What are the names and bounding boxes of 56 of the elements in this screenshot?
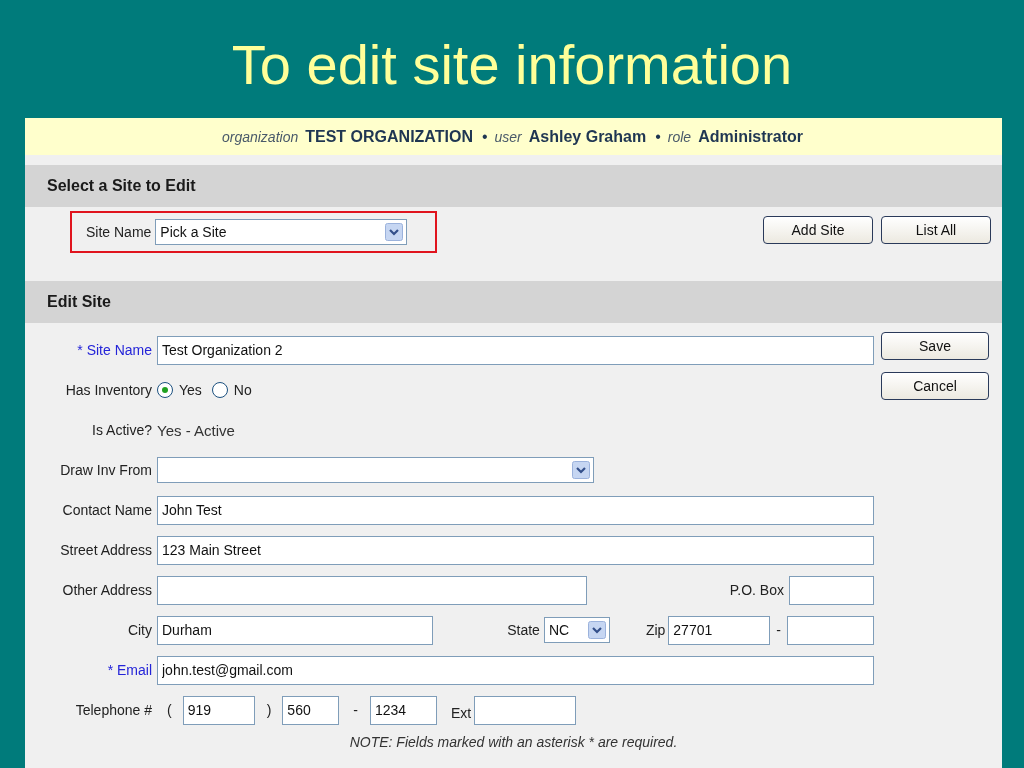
context-value: Ashley Graham: [528, 127, 647, 146]
text-field[interactable]: 27701: [668, 615, 771, 645]
field-label: * Email: [106, 662, 153, 678]
note-text: NOTE: Fields marked with an asterisk * are required.: [348, 734, 679, 750]
field-label: Has Inventory: [64, 382, 153, 398]
section-header: Select a Site to Edit: [25, 165, 1002, 207]
text-field[interactable]: [789, 575, 874, 605]
section-header: Edit Site: [25, 281, 1002, 323]
action-button[interactable]: Add Site: [763, 216, 873, 244]
separator-text: -: [353, 702, 358, 718]
field-label: State: [507, 622, 540, 638]
text-field[interactable]: 1234: [370, 695, 437, 725]
action-button[interactable]: Cancel: [881, 372, 989, 400]
slide-title: To edit site information: [231, 32, 793, 98]
text-field[interactable]: [157, 575, 587, 605]
radio-button[interactable]: [211, 382, 228, 398]
text-field[interactable]: [787, 615, 874, 645]
context-label: user: [494, 128, 522, 145]
separator-dot: •: [481, 127, 488, 146]
field-label: Contact Name: [61, 502, 153, 518]
text-field[interactable]: john.test@gmail.com: [157, 655, 874, 685]
context-value: TEST ORGANIZATION: [305, 127, 473, 146]
text-field[interactable]: [474, 695, 577, 725]
context-value: Administrator: [698, 127, 804, 146]
radio-label: Yes: [179, 382, 202, 398]
dropdown[interactable]: [157, 457, 594, 483]
context-label: organization: [221, 128, 299, 145]
text-field[interactable]: 560: [282, 695, 340, 725]
field-label: Ext: [451, 705, 472, 721]
field-label: Draw Inv From: [59, 462, 153, 478]
field-label: P.O. Box: [729, 582, 784, 598]
text-field[interactable]: Test Organization 2: [157, 335, 874, 365]
text-field[interactable]: 123 Main Street: [157, 535, 874, 565]
context-label: role: [667, 128, 692, 145]
field-label: Site Name: [86, 224, 152, 240]
separator-dot: •: [655, 127, 661, 146]
field-label: City: [126, 622, 153, 638]
field-label: Other Address: [61, 582, 153, 598]
state-dropdown[interactable]: NC: [543, 617, 610, 643]
field-label: Is Active?: [91, 422, 153, 438]
separator-text: ): [266, 702, 272, 718]
separator-text: -: [776, 622, 781, 638]
site-dropdown[interactable]: Pick a Site: [155, 219, 408, 245]
field-label: Street Address: [59, 542, 153, 558]
radio-button[interactable]: [157, 382, 173, 398]
status-text: Yes - Active: [157, 421, 235, 439]
text-field[interactable]: 919: [182, 695, 255, 725]
radio-label: No: [233, 382, 252, 398]
field-label: Telephone #: [74, 702, 153, 718]
action-button[interactable]: Save: [881, 332, 989, 360]
text-field[interactable]: John Test: [157, 495, 874, 525]
field-label: Zip: [645, 622, 666, 638]
action-button[interactable]: List All: [881, 216, 991, 244]
text-field[interactable]: Durham: [157, 615, 434, 645]
separator-text: (: [167, 702, 172, 718]
field-label: * Site Name: [76, 342, 153, 358]
